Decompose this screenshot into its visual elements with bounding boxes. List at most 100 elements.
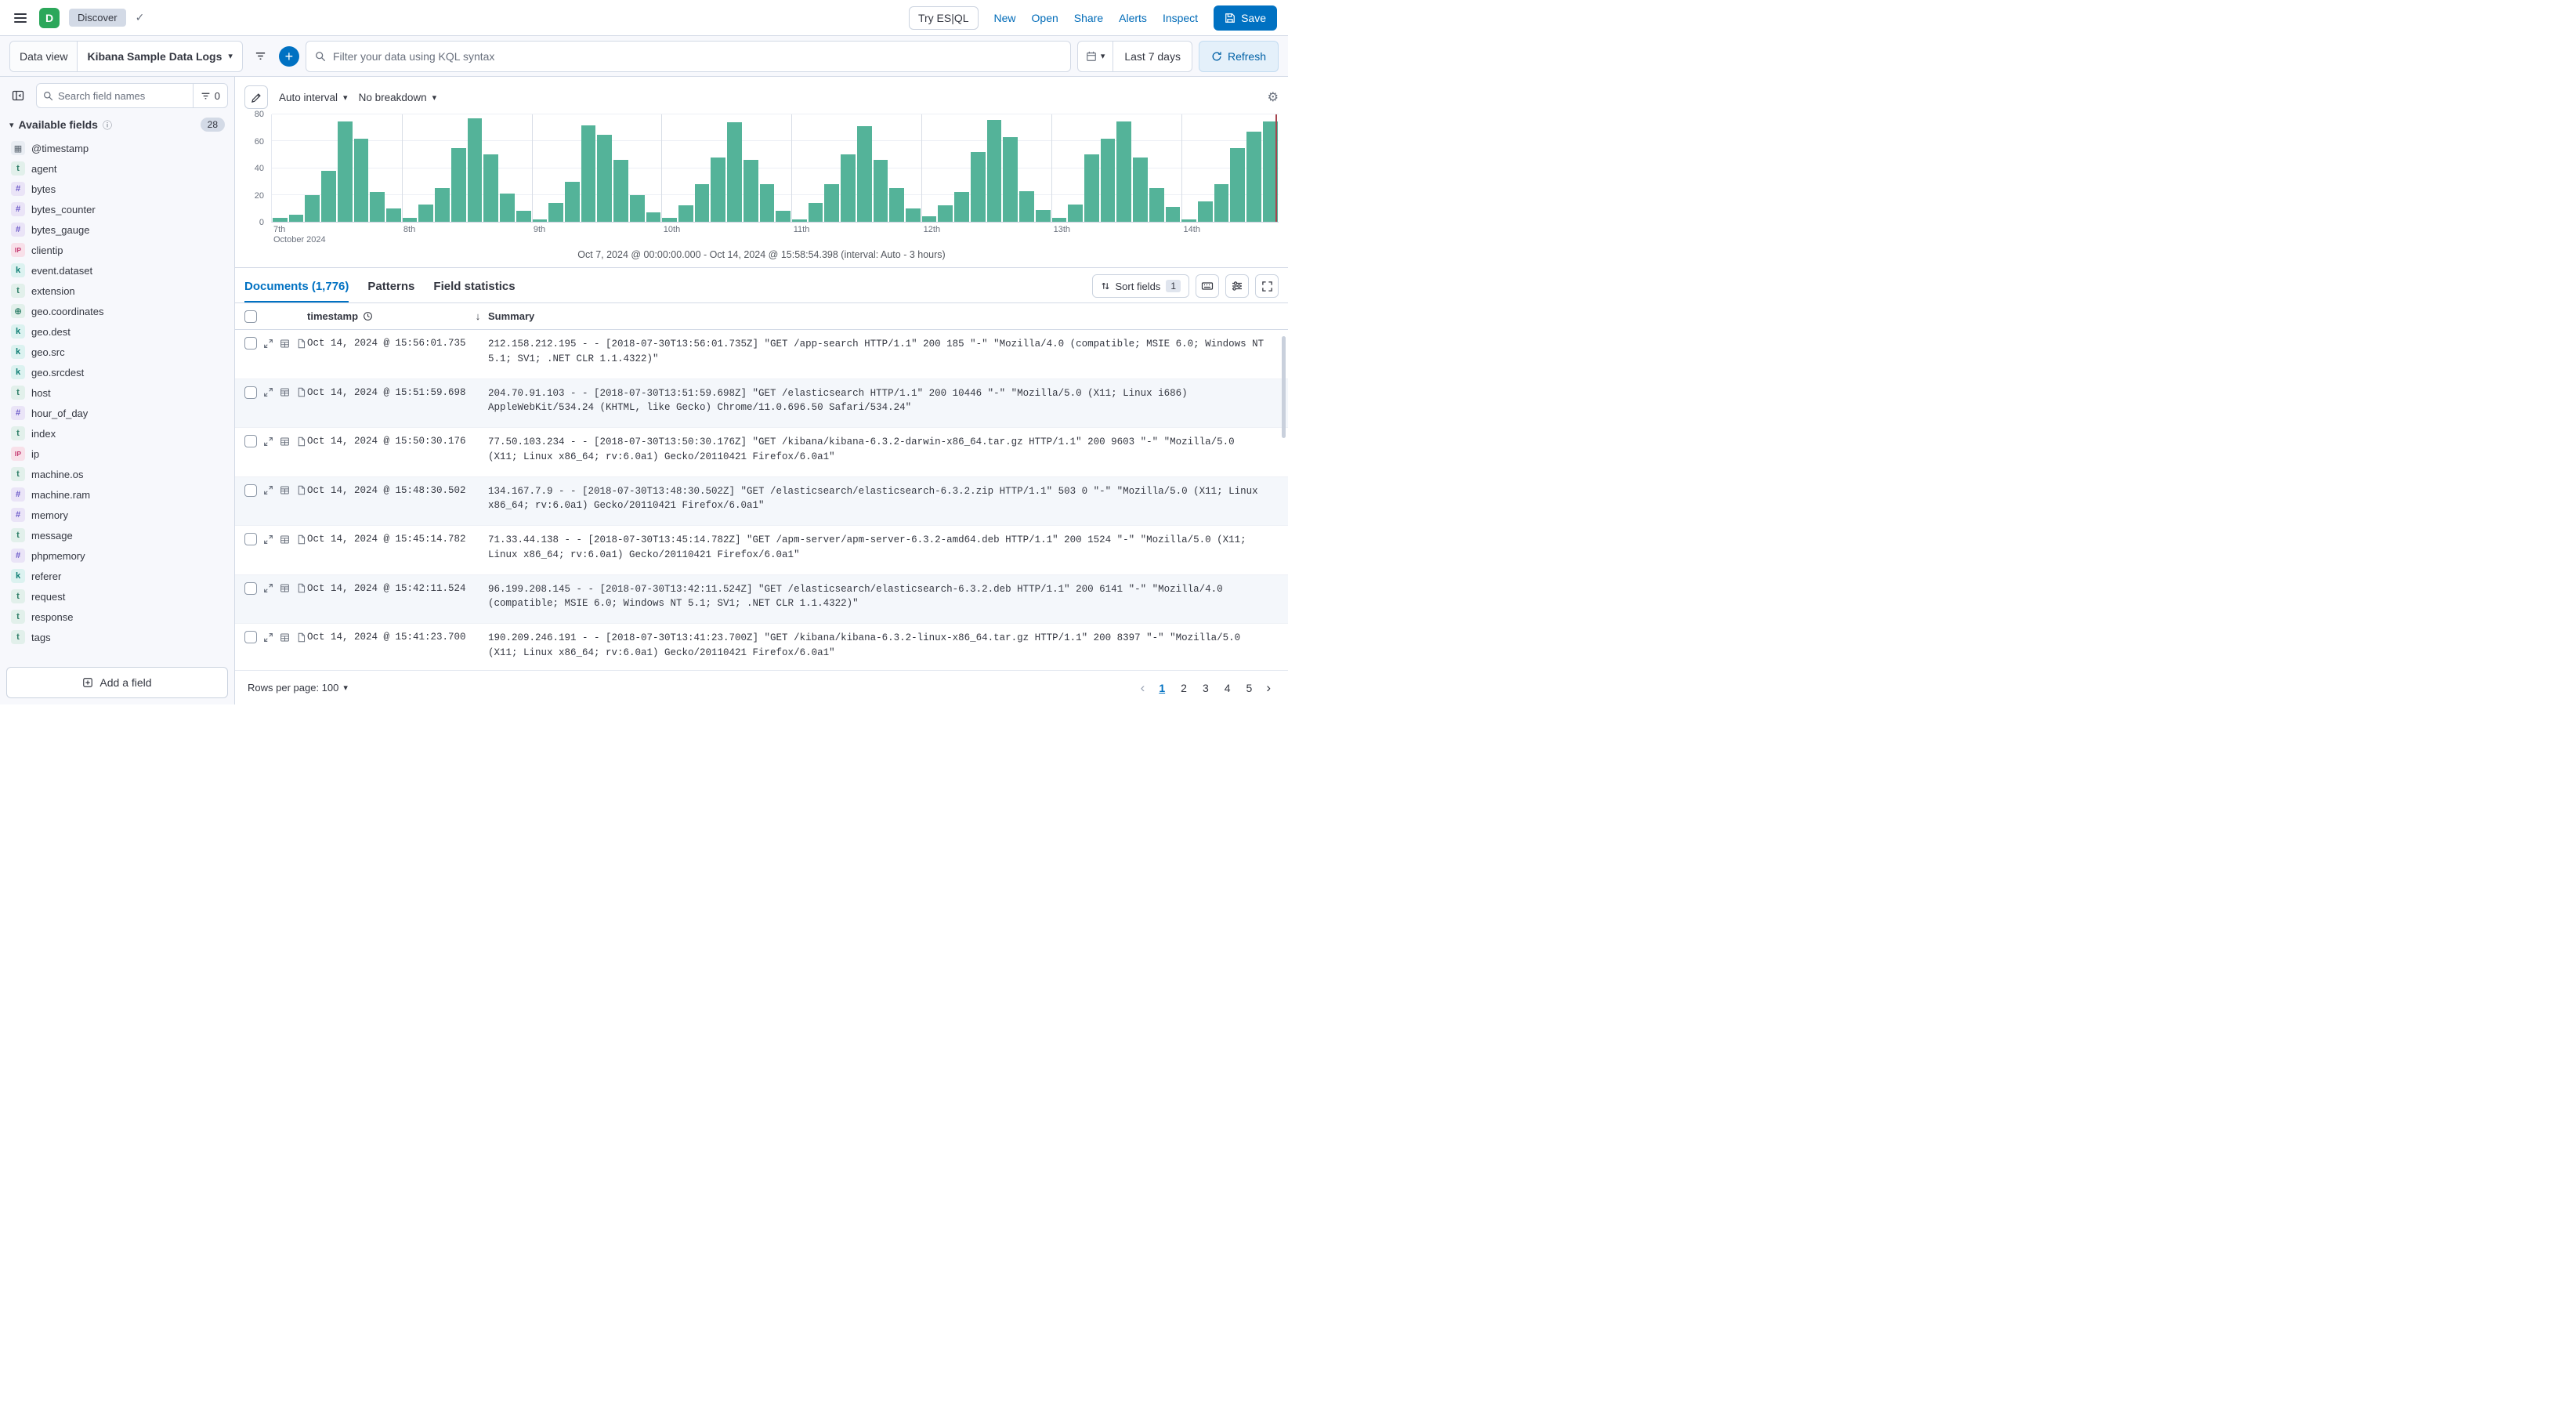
collapse-sidebar-button[interactable] <box>6 84 30 107</box>
density-options-button[interactable] <box>1196 274 1219 298</box>
histogram-bar[interactable] <box>906 208 921 222</box>
histogram-bar[interactable] <box>386 208 401 222</box>
histogram-bar[interactable] <box>1068 204 1083 222</box>
field-item-ip[interactable]: IP ip <box>6 444 228 464</box>
tab-field-statistics[interactable]: Field statistics <box>433 280 515 302</box>
refresh-button[interactable]: Refresh <box>1198 40 1279 72</box>
page-2-button[interactable]: 2 <box>1174 679 1193 697</box>
edit-visualization-button[interactable] <box>244 85 268 109</box>
histogram-bar[interactable] <box>1019 190 1034 222</box>
histogram-bar[interactable] <box>581 125 596 222</box>
add-filter-button[interactable]: + <box>278 45 299 67</box>
histogram-bar[interactable] <box>841 154 856 222</box>
nav-new-link[interactable]: New <box>994 12 1016 24</box>
doc-table-icon[interactable] <box>280 534 290 545</box>
field-search-box[interactable]: 0 <box>36 83 228 108</box>
histogram-bar[interactable] <box>776 211 791 222</box>
histogram-bar[interactable] <box>353 138 369 222</box>
histogram-bar[interactable] <box>646 212 661 222</box>
doc-file-icon[interactable] <box>296 387 306 397</box>
histogram-bar[interactable] <box>711 157 726 222</box>
table-row[interactable]: Oct 14, 2024 @ 15:50:30.176 77.50.103.23… <box>235 428 1288 477</box>
histogram-bar[interactable] <box>435 188 450 222</box>
field-item-bytes_gauge[interactable]: # bytes_gauge <box>6 219 228 240</box>
expand-row-icon[interactable] <box>263 632 273 643</box>
histogram-bar[interactable] <box>678 205 693 222</box>
histogram-bar[interactable] <box>532 219 548 222</box>
row-checkbox[interactable] <box>244 337 257 350</box>
info-icon[interactable]: ⓘ <box>103 118 112 132</box>
doc-file-icon[interactable] <box>296 436 306 447</box>
time-range-button[interactable]: Last 7 days <box>1113 50 1192 63</box>
histogram-bar[interactable] <box>1133 157 1148 222</box>
expand-row-icon[interactable] <box>263 436 273 447</box>
expand-row-icon[interactable] <box>263 339 273 349</box>
histogram-bar[interactable] <box>629 194 645 222</box>
field-item-tags[interactable]: t tags <box>6 627 228 647</box>
histogram-bar[interactable] <box>1035 209 1051 222</box>
histogram-bar[interactable] <box>1051 217 1067 222</box>
kql-search-input[interactable] <box>332 49 1062 63</box>
summary-column-header[interactable]: Summary <box>488 310 1288 322</box>
field-item-memory[interactable]: # memory <box>6 505 228 525</box>
histogram-bar[interactable] <box>694 184 710 222</box>
row-checkbox[interactable] <box>244 484 257 497</box>
rows-per-page-button[interactable]: Rows per page: 100 ▾ <box>248 682 348 694</box>
field-item-clientip[interactable]: IP clientip <box>6 240 228 260</box>
page-4-button[interactable]: 4 <box>1218 679 1237 697</box>
field-item-geo.srcdest[interactable]: k geo.srcdest <box>6 362 228 382</box>
data-view-value[interactable]: Kibana Sample Data Logs ▾ <box>78 50 241 63</box>
tab-patterns[interactable]: Patterns <box>367 280 414 302</box>
histogram-bar[interactable] <box>1116 121 1132 222</box>
table-row[interactable]: Oct 14, 2024 @ 15:51:59.698 204.70.91.10… <box>235 379 1288 428</box>
row-checkbox[interactable] <box>244 631 257 643</box>
doc-table-icon[interactable] <box>280 387 290 397</box>
histogram-bar[interactable] <box>402 217 418 222</box>
histogram-bar[interactable] <box>288 215 304 222</box>
page-5-button[interactable]: 5 <box>1240 679 1259 697</box>
histogram-bar[interactable] <box>1181 219 1196 222</box>
field-item-geo.coordinates[interactable]: ⊕ geo.coordinates <box>6 301 228 321</box>
histogram-bar[interactable] <box>564 181 580 222</box>
histogram-bar[interactable] <box>970 151 986 222</box>
histogram-bar[interactable] <box>808 203 823 222</box>
chart-options-button[interactable]: ⚙ <box>1268 89 1279 105</box>
histogram-bar[interactable] <box>450 147 466 222</box>
field-item-message[interactable]: t message <box>6 525 228 545</box>
grid-settings-button[interactable] <box>1225 274 1249 298</box>
doc-table-icon[interactable] <box>280 583 290 593</box>
histogram-bar[interactable] <box>743 160 758 222</box>
field-item-agent[interactable]: t agent <box>6 158 228 179</box>
field-item-response[interactable]: t response <box>6 607 228 627</box>
histogram-bar[interactable] <box>337 121 353 222</box>
field-item-hour_of_day[interactable]: # hour_of_day <box>6 403 228 423</box>
histogram-bar[interactable] <box>1149 188 1164 222</box>
field-item-@timestamp[interactable]: ▦ @timestamp <box>6 138 228 158</box>
histogram-bar[interactable] <box>986 119 1002 222</box>
doc-table-icon[interactable] <box>280 485 290 495</box>
doc-table-icon[interactable] <box>280 339 290 349</box>
expand-row-icon[interactable] <box>263 583 273 593</box>
timestamp-column-header[interactable]: timestamp <box>307 310 468 322</box>
try-esql-button[interactable]: Try ES|QL <box>908 5 979 30</box>
histogram-bar[interactable] <box>467 118 483 222</box>
histogram-bar[interactable] <box>1100 138 1116 222</box>
field-filter-button[interactable]: 0 <box>192 84 227 107</box>
histogram-bar[interactable] <box>954 192 969 222</box>
row-checkbox[interactable] <box>244 533 257 545</box>
date-picker-calendar-button[interactable]: ▾ <box>1078 41 1114 71</box>
histogram-bar[interactable] <box>856 126 872 222</box>
histogram-bar[interactable] <box>483 154 499 222</box>
field-search-input[interactable] <box>58 89 193 102</box>
row-checkbox[interactable] <box>244 386 257 399</box>
histogram-bar[interactable] <box>548 203 563 222</box>
nav-inspect-link[interactable]: Inspect <box>1163 12 1198 24</box>
field-item-machine.os[interactable]: t machine.os <box>6 464 228 484</box>
field-item-event.dataset[interactable]: k event.dataset <box>6 260 228 281</box>
histogram-bar[interactable] <box>613 160 628 222</box>
kql-search-bar[interactable] <box>305 40 1071 72</box>
doc-table-icon[interactable] <box>280 436 290 447</box>
histogram-bar[interactable] <box>662 217 677 222</box>
filter-menu-button[interactable] <box>249 45 273 68</box>
table-row[interactable]: Oct 14, 2024 @ 15:56:01.735 212.158.212.… <box>235 330 1288 379</box>
